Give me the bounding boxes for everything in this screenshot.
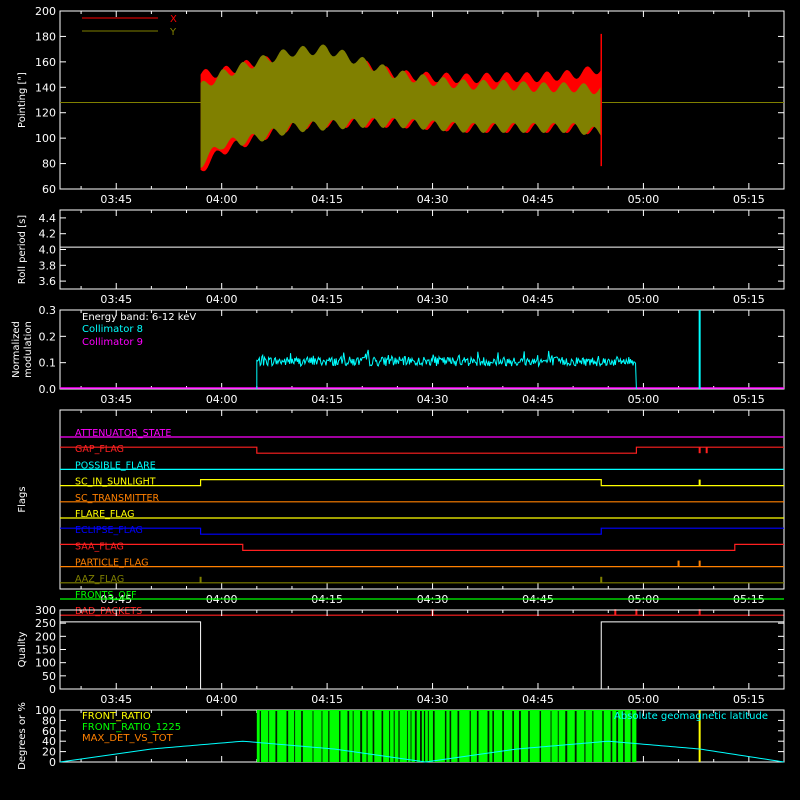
flag-line-sc_in_sunlight [60, 479, 784, 487]
x-tick-label: 04:30 [417, 293, 449, 306]
legend-label-y: Y [169, 27, 177, 38]
x-tick-label: 04:00 [206, 193, 238, 206]
y-axis-label: Degrees or % [17, 702, 28, 770]
y-tick-label: 100 [35, 132, 56, 145]
y-tick-label: 300 [35, 604, 56, 617]
x-tick-label: 05:00 [628, 393, 660, 406]
x-tick-label: 05:00 [628, 193, 660, 206]
flag-label-attenuator_state: ATTENUATOR_STATE [75, 428, 171, 439]
flag-label-flare_flag: FLARE_FLAG [75, 509, 135, 520]
x-tick-label: 04:15 [311, 393, 343, 406]
x-tick-label: 05:00 [628, 293, 660, 306]
x-tick-label: 05:15 [733, 193, 765, 206]
x-tick-label: 04:30 [417, 693, 449, 706]
flag-label-possible_flare: POSSIBLE_FLARE [75, 460, 156, 471]
y-tick-label: 0.3 [39, 304, 57, 317]
quality-line [60, 621, 784, 690]
y-tick-label: 160 [35, 56, 56, 69]
y-tick-label: 120 [35, 107, 56, 120]
y-tick-label: 100 [35, 657, 56, 670]
y-tick-label: 0.0 [39, 383, 57, 396]
roll_period-panel: 3.6 3.8 4.0 4.2 4.4 Roll period [s] 03:45 04:00… [17, 209, 785, 306]
flag-line-gap_flag [60, 446, 784, 454]
modulation-panel: 0.0 0.1 0.2 0.3 Normalized modulation 03:45 04:… [11, 304, 785, 406]
flag-line-saa_flag [60, 543, 784, 551]
y-tick-label: 0.2 [39, 330, 57, 343]
y-tick-label: 140 [35, 81, 56, 94]
x-tick-label: 04:15 [311, 193, 343, 206]
y-tick-label: 100 [35, 704, 56, 717]
y-tick-label: 4.2 [39, 228, 57, 241]
y-axis-label: Quality [17, 632, 28, 668]
x-tick-label: 03:45 [100, 693, 132, 706]
energy-band-annotation: Energy band: 6-12 keV [82, 312, 196, 323]
y-tick-label: 0 [49, 683, 56, 696]
x-tick-label: 04:45 [522, 393, 554, 406]
y-tick-label: 4.4 [39, 212, 57, 225]
flag-label-gap_flag: GAP_FLAG [75, 444, 124, 455]
y-axis-label: Flags [17, 486, 28, 512]
y-axis-label: Roll period [s] [17, 215, 28, 284]
x-tick-label: 04:00 [206, 293, 238, 306]
x-tick-label: 04:45 [522, 693, 554, 706]
quality-panel: 050100150200250300 Quality 03:45 04:00 04:15… [17, 604, 785, 706]
x-tick-label: 03:45 [100, 293, 132, 306]
legend-collimator-8: Collimator 8 [82, 324, 143, 335]
x-tick-label: 04:30 [417, 193, 449, 206]
y-tick-label: 150 [35, 644, 56, 657]
legend-geomagnetic-latitude: Absolute geomagnetic latitude [614, 711, 768, 722]
y-tick-label: 180 [35, 30, 56, 43]
x-tick-label: 03:45 [100, 193, 132, 206]
series-y-band [200, 44, 602, 168]
flag-label-eclipse_flag: ECLIPSE_FLAG [75, 525, 143, 536]
y-tick-label: 50 [42, 670, 56, 683]
flags-panel: Flags03:45 04:00 04:15 04:30 04:45 05:00 05:15… [17, 409, 785, 617]
x-tick-label: 04:15 [311, 293, 343, 306]
x-tick-label: 04:30 [417, 393, 449, 406]
y-tick-label: 200 [35, 630, 56, 643]
collimator-8-line [256, 349, 637, 390]
y-tick-label: 0.1 [39, 357, 57, 370]
legend-front-ratio: FRONT_RATIO [82, 711, 151, 722]
y-axis-label: modulation [23, 321, 34, 378]
x-tick-label: 04:00 [206, 693, 238, 706]
y-tick-label: 3.6 [39, 275, 57, 288]
flag-label-sc_transmitter: SC_TRANSMITTER [75, 493, 160, 504]
x-tick-label: 04:00 [206, 393, 238, 406]
flag-label-sc_in_sunlight: SC_IN_SUNLIGHT [75, 477, 156, 488]
x-tick-label: 05:15 [733, 393, 765, 406]
y-tick-label: 200 [35, 5, 56, 18]
flag-label-fronts_off: FRONTS_OFF [75, 590, 137, 601]
roll_period-frame [59, 209, 785, 290]
x-tick-label: 04:45 [522, 193, 554, 206]
flag-line-eclipse_flag [60, 527, 784, 535]
front_ratio-panel: 020406080100Degrees or % FRONT_RATIOFRONT… [17, 702, 785, 770]
legend-collimator-9: Collimator 9 [82, 337, 143, 348]
legend-max-det-vs-tot: MAX_DET_VS_TOT [82, 733, 174, 744]
legend-front-ratio-1225: FRONT_RATIO_1225 [82, 722, 181, 733]
x-tick-label: 05:15 [733, 693, 765, 706]
flag-label-bad_packets: BAD_PACKETS [75, 606, 142, 617]
legend-label-x: X [170, 14, 177, 25]
flag-label-aaz_flag: AAZ_FLAG [75, 574, 124, 585]
spacecraft-diagnostics-chart: 6080100120140160180200Pointing ["]03:45 0… [11, 5, 785, 770]
x-tick-label: 04:45 [522, 293, 554, 306]
flag-label-saa_flag: SAA_FLAG [75, 541, 124, 552]
y-tick-label: 80 [42, 158, 56, 171]
y-axis-label: Pointing ["] [17, 72, 28, 128]
y-tick-label: 3.8 [39, 259, 57, 272]
x-tick-label: 03:45 [100, 393, 132, 406]
x-tick-label: 05:00 [628, 693, 660, 706]
pointing-panel: 60 80 100 120 140 160 180 200 Pointing ["] 03:45 0… [17, 5, 785, 206]
x-tick-label: 04:15 [311, 693, 343, 706]
y-tick-label: 4.0 [39, 244, 57, 257]
y-axis-label: Normalized [11, 321, 22, 378]
front-ratio-1225-fill [256, 710, 637, 762]
x-tick-label: 05:15 [733, 293, 765, 306]
flag-label-particle_flag: PARTICLE_FLAG [75, 558, 148, 569]
y-tick-label: 60 [42, 183, 56, 196]
y-tick-label: 250 [35, 617, 56, 630]
